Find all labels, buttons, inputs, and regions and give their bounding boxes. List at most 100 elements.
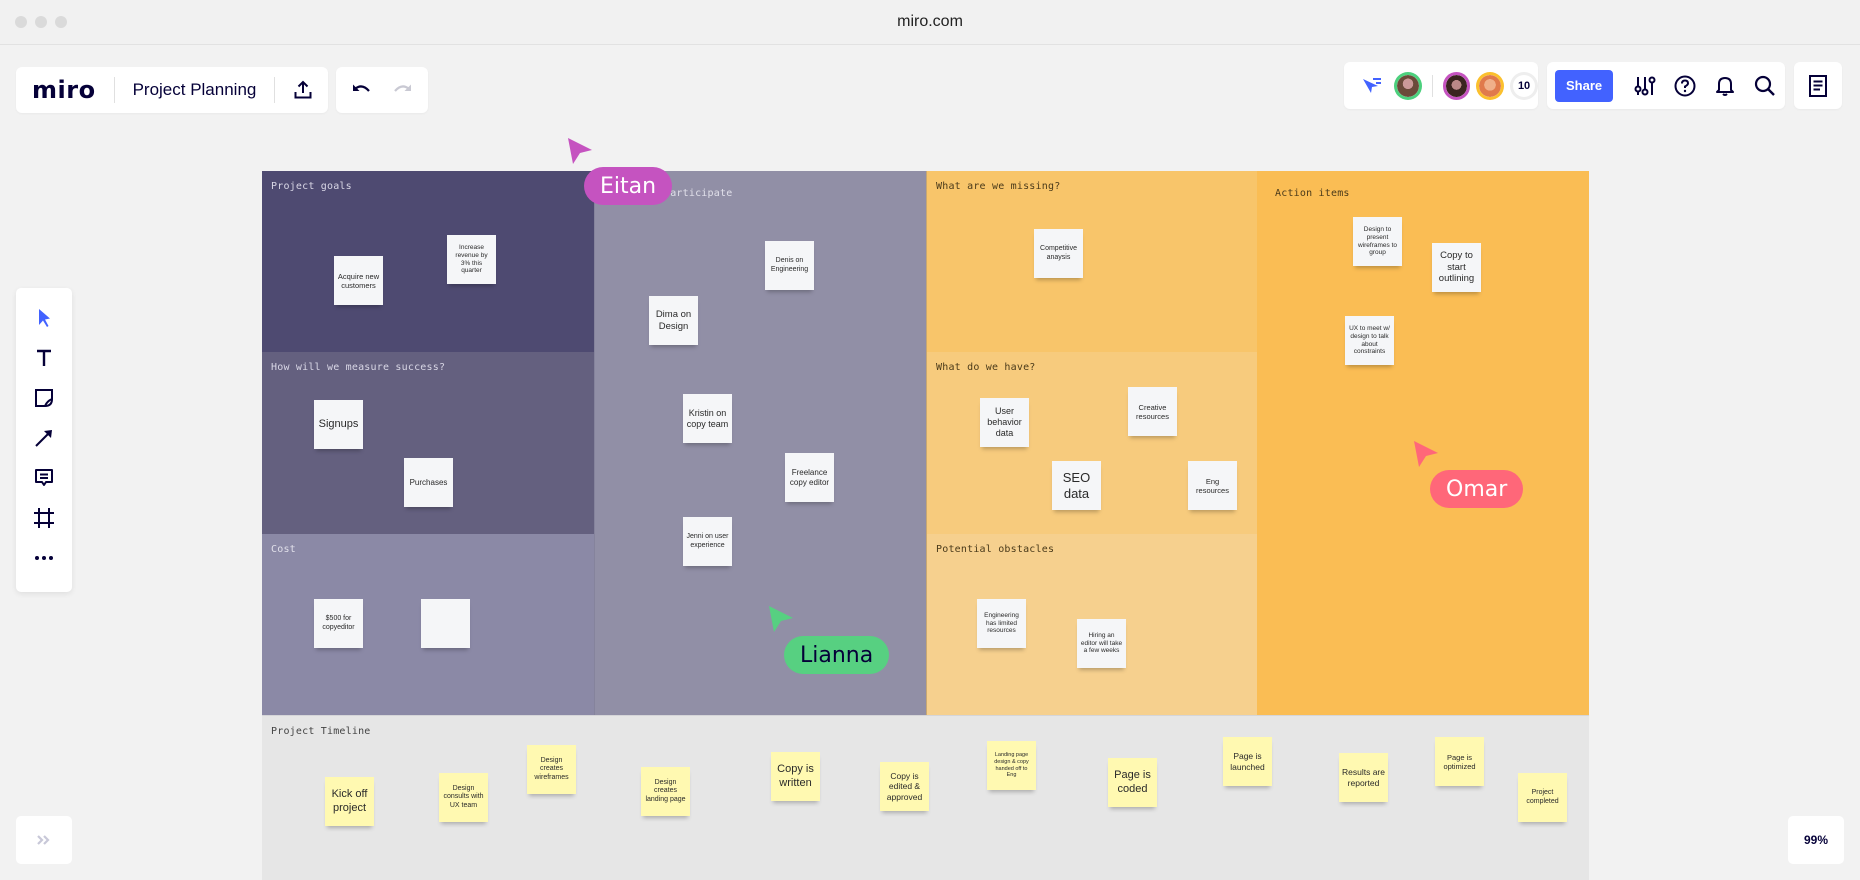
cursor-select-icon — [39, 309, 50, 327]
creation-toolbar — [16, 288, 72, 592]
sticky-note[interactable]: Freelance copy editor — [785, 453, 834, 502]
board-info-panel: miro Project Planning — [16, 67, 328, 113]
collaborator-avatar[interactable] — [1476, 71, 1505, 100]
cursor-label-omar: Omar — [1430, 470, 1524, 508]
more-tools-button[interactable] — [24, 538, 64, 578]
frame-icon — [34, 508, 54, 528]
sticky-note[interactable]: Design to present wireframes to group — [1353, 217, 1402, 266]
sticky-note[interactable]: Kristin on copy team — [683, 394, 732, 443]
upload-icon — [294, 80, 312, 99]
presenter-cursor-icon — [1362, 77, 1381, 93]
notes-list-icon — [1809, 74, 1827, 97]
cursor-arrow-icon — [769, 606, 793, 632]
undo-icon — [353, 84, 370, 92]
sticky-note[interactable]: Acquire new customers — [334, 256, 383, 305]
redo-button[interactable] — [382, 70, 422, 110]
section-label: Potential obstacles — [936, 544, 1055, 555]
section-label: What are we missing? — [936, 181, 1061, 192]
notes-panel — [1794, 62, 1842, 109]
sticky-note[interactable]: Engineering has limited resources — [977, 599, 1026, 648]
section-who-will-participate[interactable]: Who will participate — [594, 171, 926, 715]
section-label: How will we measure success? — [271, 362, 446, 373]
divider — [1431, 74, 1433, 97]
collaborator-count-badge[interactable]: 10 — [1510, 71, 1538, 100]
sticky-note[interactable]: Eng resources — [1188, 461, 1237, 510]
timeline-sticky[interactable]: Page is coded — [1108, 758, 1157, 807]
undo-button[interactable] — [342, 70, 382, 110]
select-tool[interactable] — [24, 298, 64, 338]
timeline-sticky[interactable]: Project completed — [1518, 773, 1567, 822]
settings-button[interactable] — [1625, 66, 1665, 106]
section-label: Action items — [1275, 188, 1350, 199]
text-icon — [37, 349, 51, 366]
address-url: miro.com — [897, 13, 963, 30]
settings-sliders-icon — [1634, 76, 1656, 95]
section-label: Cost — [271, 544, 296, 555]
timeline-sticky[interactable]: Design creates wireframes — [527, 745, 576, 794]
timeline-sticky[interactable]: Page is optimized — [1435, 737, 1484, 786]
sticky-note[interactable]: SEO data — [1052, 461, 1101, 510]
comment-tool[interactable] — [24, 458, 64, 498]
sticky-note[interactable]: Copy to start outlining — [1432, 243, 1481, 292]
board-notes-button[interactable] — [1798, 66, 1838, 106]
sticky-note[interactable]: UX to meet w/ design to talk about const… — [1345, 316, 1394, 365]
board-title[interactable]: Project Planning — [115, 80, 275, 100]
frame-tool[interactable] — [24, 498, 64, 538]
sticky-note[interactable]: User behavior data — [980, 398, 1029, 447]
timeline-sticky[interactable]: Kick off project — [325, 777, 374, 826]
sticky-note[interactable]: Increase revenue by 3% this quarter — [447, 235, 496, 284]
timeline-sticky[interactable]: Page is launched — [1223, 737, 1272, 786]
collaborator-avatar[interactable] — [1442, 71, 1471, 100]
actions-panel: Share — [1547, 62, 1785, 109]
cursor-arrow-icon — [568, 138, 592, 164]
presenter-button[interactable] — [1356, 66, 1388, 106]
sticky-note[interactable]: $500 for copyeditor — [314, 599, 363, 648]
history-panel — [336, 67, 428, 113]
collaborators-panel: 10 — [1344, 62, 1538, 109]
section-label: What do we have? — [936, 362, 1036, 373]
cursor-label-lianna: Lianna — [784, 636, 890, 674]
help-button[interactable] — [1665, 66, 1705, 106]
sticky-note[interactable]: Purchases — [404, 458, 453, 507]
more-dots-icon — [35, 556, 53, 560]
timeline-sticky[interactable]: Landing page design & copy handed off to… — [987, 741, 1036, 790]
divider — [274, 77, 276, 103]
search-icon — [1754, 75, 1775, 96]
help-icon — [1674, 75, 1696, 96]
text-tool[interactable] — [24, 338, 64, 378]
timeline-sticky[interactable]: Results are reported — [1339, 753, 1388, 802]
section-label: Project goals — [271, 181, 352, 192]
sticky-note[interactable]: Denis on Engineering — [765, 241, 814, 290]
sticky-note-icon — [35, 389, 53, 407]
cursor-arrow-icon — [1414, 441, 1438, 467]
section-project-goals[interactable]: Project goals — [262, 171, 594, 352]
expand-panel-button[interactable] — [16, 816, 72, 864]
sticky-note[interactable]: Signups — [314, 400, 363, 449]
sticky-note[interactable]: Hiring an editor will take a few weeks — [1077, 619, 1126, 668]
double-chevron-right-icon — [37, 835, 50, 845]
sticky-note[interactable]: Jenni on user experience — [683, 517, 732, 566]
comment-icon — [35, 469, 53, 486]
board-canvas[interactable]: miro Project Planning 10 Share Project g… — [0, 46, 1860, 880]
notifications-button[interactable] — [1705, 66, 1745, 106]
sticky-note[interactable]: Competitive anaysis — [1034, 229, 1083, 278]
section-what-missing[interactable]: What are we missing? — [926, 171, 1257, 352]
zoom-level-indicator[interactable]: 99% — [1788, 816, 1844, 864]
collaborator-avatar[interactable] — [1393, 71, 1422, 100]
share-button[interactable]: Share — [1555, 69, 1614, 102]
timeline-sticky[interactable]: Design consults with UX team — [439, 773, 488, 822]
timeline-sticky[interactable]: Copy is edited & approved — [880, 762, 929, 811]
redo-icon — [394, 84, 411, 92]
sticky-note-blank[interactable] — [421, 599, 470, 648]
line-arrow-tool[interactable] — [24, 418, 64, 458]
sticky-note-tool[interactable] — [24, 378, 64, 418]
browser-titlebar: miro.com — [0, 0, 1860, 45]
sticky-note[interactable]: Dima on Design — [649, 296, 698, 345]
timeline-sticky[interactable]: Copy is written — [771, 752, 820, 801]
sticky-note[interactable]: Creative resources — [1128, 387, 1177, 436]
notifications-bell-icon — [1716, 76, 1735, 96]
export-button[interactable] — [283, 70, 323, 110]
miro-logo[interactable]: miro — [16, 76, 114, 104]
timeline-sticky[interactable]: Design creates landing page — [641, 767, 690, 816]
search-button[interactable] — [1745, 66, 1785, 106]
